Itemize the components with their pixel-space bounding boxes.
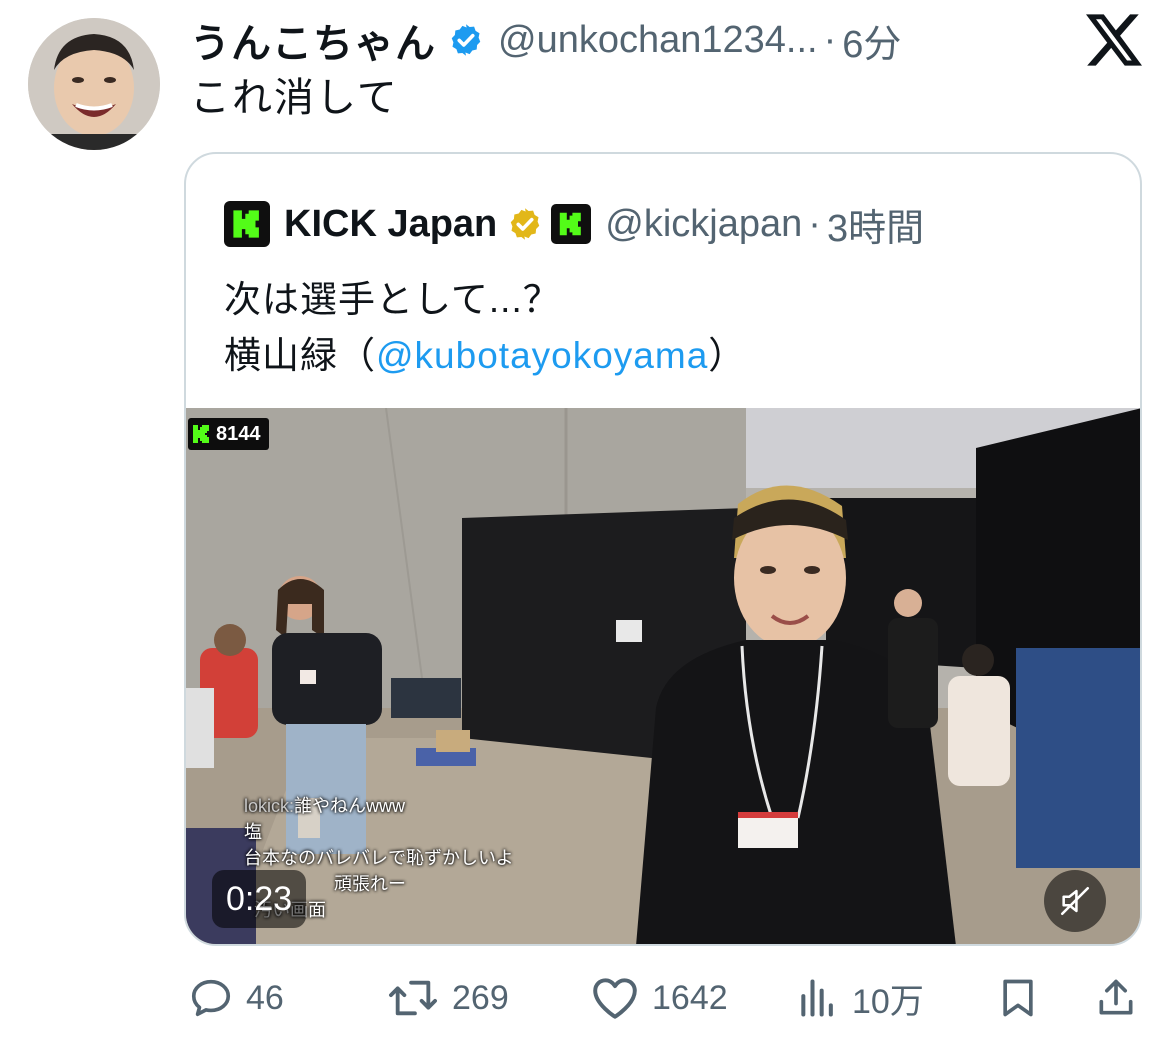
quoted-tweet-card[interactable]: KICK Japan @kickjapan · 3時間 次は選手として...？ … [184, 152, 1142, 946]
share-button[interactable] [1094, 962, 1138, 1034]
repost-icon [389, 980, 437, 1016]
author-handle[interactable]: @unkochan1234... [498, 19, 818, 62]
quoted-author-handle[interactable]: @kickjapan [605, 203, 802, 246]
chat-text: 台本なのバレバレで恥ずかしいよ [244, 848, 514, 868]
chat-message: 塩 [244, 819, 514, 845]
view-count: 10万 [852, 982, 924, 1021]
quoted-post-time[interactable]: 3時間 [827, 197, 924, 252]
author-name[interactable]: うんこちゃん [190, 11, 436, 69]
tweet-header: うんこちゃん @unkochan1234... · 6分 [190, 11, 901, 69]
viewer-count-badge: 8144 [188, 418, 269, 450]
mention-link[interactable]: @kubotayokoyama [376, 335, 708, 376]
reply-count: 46 [246, 978, 284, 1017]
quoted-author-name[interactable]: KICK Japan [284, 203, 497, 246]
chat-text: 誰やねんwww [294, 796, 406, 816]
bookmark-icon [1003, 979, 1033, 1017]
quoted-tweet-header: KICK Japan @kickjapan · 3時間 [224, 198, 924, 250]
repost-count: 269 [452, 978, 509, 1017]
affiliate-kick-logo-icon[interactable] [551, 204, 592, 244]
views-button[interactable]: 10万 [796, 962, 924, 1034]
like-icon [593, 978, 637, 1019]
quoted-tweet-text: 次は選手として...？ 横山緑（@kubotayokoyama） [224, 272, 746, 384]
mute-icon [1060, 886, 1090, 916]
video-timestamp: 0:23 [212, 870, 307, 928]
video-player[interactable]: 8144 lokick:誰やねんwww 塩 台本なのバレバレで恥ずかしいよ 頑張… [186, 408, 1140, 944]
viewer-count: 8144 [216, 422, 261, 445]
reply-button[interactable]: 46 [188, 962, 284, 1034]
repost-button[interactable]: 269 [386, 962, 509, 1034]
post-time[interactable]: 6分 [842, 13, 901, 68]
kick-logo-icon[interactable] [224, 201, 270, 247]
share-icon [1099, 979, 1133, 1015]
time-separator: · [823, 18, 837, 61]
chat-text: 頑張れー [334, 874, 406, 894]
quoted-text-line-1: 次は選手として...？ [224, 279, 561, 320]
chat-message: 頑張れー [334, 871, 514, 897]
chat-message: lokick:誰やねんwww [244, 793, 514, 819]
quoted-text-prefix: 横山緑（ [224, 335, 376, 376]
reply-icon [191, 979, 231, 1017]
quoted-text-suffix: ） [708, 335, 747, 376]
like-count: 1642 [652, 978, 728, 1017]
mute-button[interactable] [1044, 870, 1106, 932]
chat-message: 台本なのバレバレで恥ずかしいよ [244, 845, 514, 871]
chat-text: 塩 [244, 822, 262, 842]
tweet-text: これ消して [190, 76, 399, 120]
kick-live-icon [193, 425, 209, 443]
views-icon [801, 979, 833, 1017]
author-avatar[interactable] [28, 18, 160, 150]
chat-user: lokick: [244, 796, 295, 816]
x-logo-icon[interactable] [1086, 14, 1142, 66]
like-button[interactable]: 1642 [590, 962, 728, 1034]
avatar-face-icon [28, 18, 160, 150]
verified-badge-icon [451, 24, 481, 56]
bookmark-button[interactable] [996, 962, 1040, 1034]
tweet-action-bar: 46 269 1642 10万 [0, 962, 1170, 1034]
gold-badge-icon [511, 208, 540, 240]
quoted-time-separator: · [808, 202, 821, 245]
quoted-text-line-2: 横山緑（@kubotayokoyama） [224, 328, 746, 384]
